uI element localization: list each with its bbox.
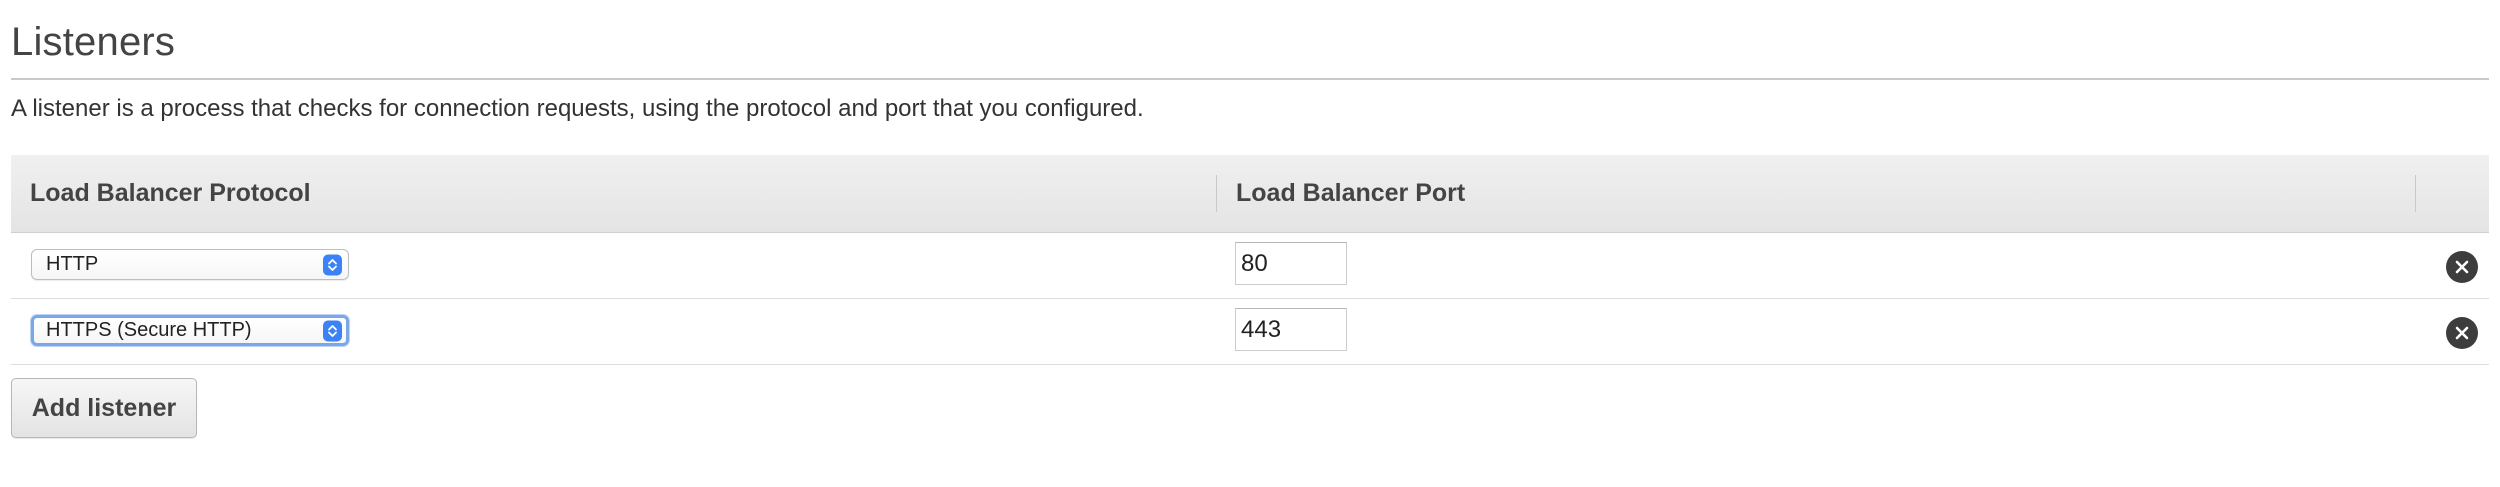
table-row: HTTP 80	[11, 233, 2489, 299]
section-description: A listener is a process that checks for …	[11, 95, 1144, 122]
column-divider	[2415, 175, 2416, 212]
protocol-select[interactable]: HTTP	[31, 249, 349, 280]
select-arrows-icon[interactable]	[323, 254, 342, 275]
protocol-select[interactable]: HTTPS (Secure HTTP)	[31, 315, 349, 346]
port-input[interactable]: 80	[1235, 242, 1347, 285]
add-listener-button[interactable]: Add listener	[11, 378, 197, 438]
column-header-port: Load Balancer Port	[1236, 179, 1466, 207]
table-header: Load Balancer Protocol Load Balancer Por…	[11, 155, 2489, 233]
port-input[interactable]: 443	[1235, 308, 1347, 351]
title-divider	[11, 78, 2489, 80]
listeners-table: Load Balancer Protocol Load Balancer Por…	[11, 155, 2489, 365]
remove-icon[interactable]	[2446, 251, 2478, 283]
column-divider	[1216, 175, 1217, 212]
table-row: HTTPS (Secure HTTP) 443	[11, 299, 2489, 365]
section-title: Listeners	[11, 20, 176, 64]
protocol-select-value: HTTP	[46, 253, 99, 275]
listeners-page: Listeners A listener is a process that c…	[0, 0, 2500, 487]
select-arrows-icon[interactable]	[323, 320, 342, 341]
remove-icon[interactable]	[2446, 317, 2478, 349]
column-header-protocol: Load Balancer Protocol	[30, 179, 311, 207]
protocol-select-value: HTTPS (Secure HTTP)	[46, 319, 252, 341]
